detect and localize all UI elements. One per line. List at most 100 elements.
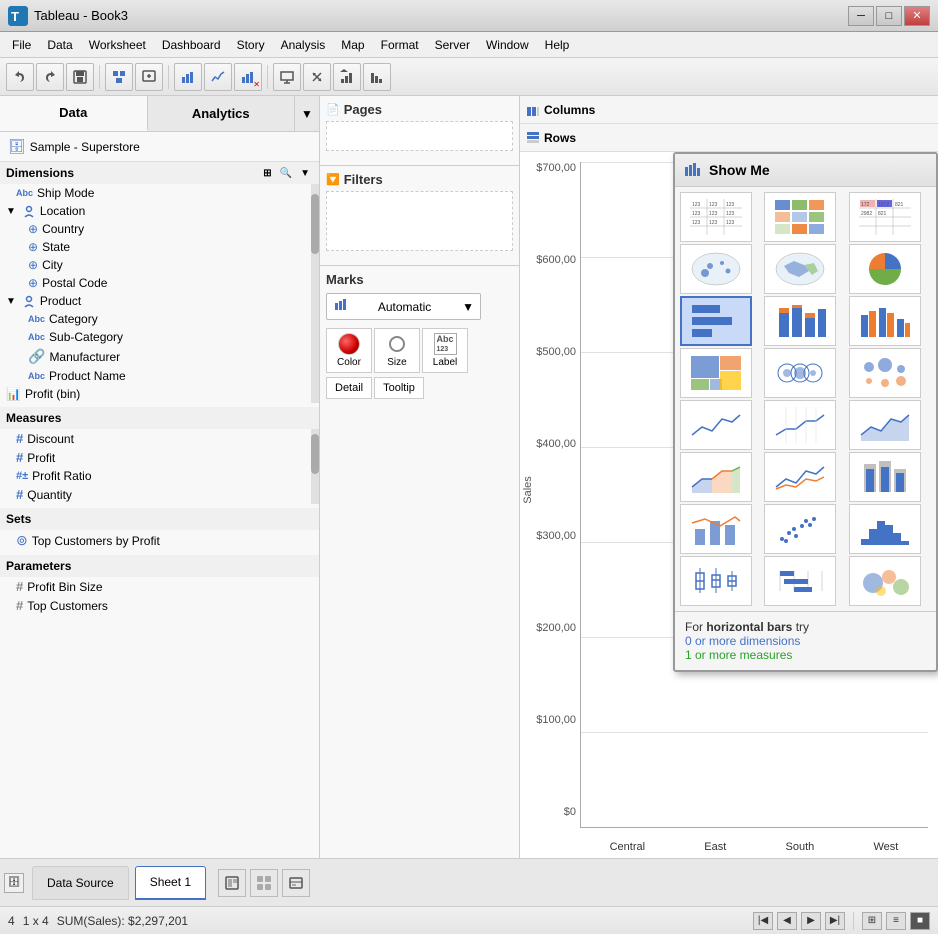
toolbar-sort-asc[interactable] [333,63,361,91]
chart-dual-combo[interactable] [680,504,752,554]
minimize-button[interactable]: ─ [848,6,874,26]
toolbar-chart2[interactable] [204,63,232,91]
menu-dashboard[interactable]: Dashboard [154,35,229,55]
menu-map[interactable]: Map [333,35,372,55]
measures-scrollbar[interactable] [311,429,319,504]
dimensions-grid-btn[interactable]: ⊞ [260,167,274,180]
toolbar-present[interactable] [273,63,301,91]
menu-help[interactable]: Help [537,35,578,55]
field-product-group[interactable]: ▼ Product [0,292,319,310]
chart-side-circles[interactable] [849,348,921,398]
field-ship-mode[interactable]: Abc Ship Mode [0,184,319,202]
measures-scroll-handle[interactable] [311,434,319,474]
field-profit-bin[interactable]: 📊 Profit (bin) [0,385,319,403]
new-story-btn[interactable] [282,869,310,897]
chart-treemap[interactable] [680,348,752,398]
toolbar-swap[interactable] [303,63,331,91]
chart-stacked-bar[interactable] [764,296,836,346]
menu-file[interactable]: File [4,35,39,55]
field-profit[interactable]: # Profit [0,448,319,467]
tab-data-source[interactable]: Data Source [32,866,129,900]
chart-side-by-side[interactable] [849,296,921,346]
field-city[interactable]: ⊕ City [0,256,319,274]
chart-histogram[interactable] [849,504,921,554]
menu-worksheet[interactable]: Worksheet [81,35,154,55]
chart-bar-in-bar[interactable] [849,452,921,502]
tab-sheet1[interactable]: Sheet 1 [135,866,206,900]
nav-next-btn[interactable]: ▶ [801,912,821,930]
chart-line-cont[interactable] [680,400,752,450]
rows-drop-zone[interactable] [606,128,932,148]
toolbar-connect[interactable] [105,63,133,91]
chart-scatter[interactable] [764,504,836,554]
field-manufacturer[interactable]: 🔗 Manufacturer [0,346,319,367]
chart-line-discrete[interactable] [764,400,836,450]
dimensions-search-btn[interactable]: 🔍 [277,167,295,180]
dimensions-scrollbar[interactable] [311,184,319,403]
chart-gantt[interactable] [764,556,836,606]
view-present-btn[interactable]: ■ [910,912,930,930]
dimensions-scroll-handle[interactable] [311,194,319,254]
menu-server[interactable]: Server [427,35,478,55]
nav-last-btn[interactable]: ▶| [825,912,845,930]
nav-first-btn[interactable]: |◀ [753,912,773,930]
toolbar-newds[interactable] [135,63,163,91]
chart-bubble[interactable] [849,556,921,606]
marks-tooltip-btn[interactable]: Tooltip [374,377,424,399]
dimensions-more-btn[interactable]: ▼ [297,167,313,180]
tab-analytics[interactable]: Analytics [148,96,296,131]
chart-text-table[interactable]: 123123123123123123123123123 [680,192,752,242]
menu-format[interactable]: Format [373,35,427,55]
field-product-name[interactable]: Abc Product Name [0,367,319,385]
view-list-btn[interactable]: ≡ [886,912,906,930]
columns-drop-zone[interactable] [606,100,932,120]
toolbar-chart3[interactable]: ✕ [234,63,262,91]
marks-detail-btn[interactable]: Detail [326,377,372,399]
tab-data[interactable]: Data [0,96,148,131]
chart-symbol-map[interactable] [680,244,752,294]
pages-drop-zone[interactable] [326,121,513,151]
close-button[interactable]: ✕ [904,6,930,26]
field-top-customers-param[interactable]: # Top Customers [0,596,319,615]
field-location-group[interactable]: ▼ Location [0,202,319,220]
data-pane-dropdown[interactable]: ▼ [295,96,319,131]
chart-horiz-bar[interactable] [680,296,752,346]
field-state[interactable]: ⊕ State [0,238,319,256]
menu-window[interactable]: Window [478,35,537,55]
field-quantity[interactable]: # Quantity [0,485,319,504]
menu-data[interactable]: Data [39,35,80,55]
marks-type-dropdown[interactable]: Automatic ▼ [326,293,481,320]
filters-drop-zone[interactable] [326,191,513,251]
new-sheet-btn[interactable] [218,869,246,897]
field-top-customers[interactable]: ⊚ Top Customers by Profit [0,530,319,551]
marks-color-btn[interactable]: Color [326,328,372,373]
field-discount[interactable]: # Discount [0,429,319,448]
field-subcategory[interactable]: Abc Sub-Category [0,328,319,346]
toolbar-undo[interactable] [6,63,34,91]
toolbar-save[interactable] [66,63,94,91]
chart-heat-map[interactable] [764,192,836,242]
chart-area-cont[interactable] [849,400,921,450]
field-profit-ratio[interactable]: #± Profit Ratio [0,467,319,485]
marks-size-btn[interactable]: Size [374,328,420,373]
menu-analysis[interactable]: Analysis [273,35,334,55]
nav-prev-btn[interactable]: ◀ [777,912,797,930]
chart-dual-lines[interactable] [764,452,836,502]
chart-highlight-table[interactable]: 17210728212982821 [849,192,921,242]
view-grid-btn[interactable]: ⊞ [862,912,882,930]
menu-story[interactable]: Story [229,35,273,55]
field-category[interactable]: Abc Category [0,310,319,328]
chart-box-plot[interactable] [680,556,752,606]
chart-circle-views[interactable] [764,348,836,398]
field-country[interactable]: ⊕ Country [0,220,319,238]
toolbar-sort-desc[interactable] [363,63,391,91]
chart-area-discrete[interactable] [680,452,752,502]
new-dashboard-btn[interactable] [250,869,278,897]
field-profit-bin-size[interactable]: # Profit Bin Size [0,577,319,596]
field-postal-code[interactable]: ⊕ Postal Code [0,274,319,292]
toolbar-redo[interactable] [36,63,64,91]
datasource-name[interactable]: Sample - Superstore [30,140,140,154]
toolbar-chart1[interactable] [174,63,202,91]
chart-pie[interactable] [849,244,921,294]
maximize-button[interactable]: □ [876,6,902,26]
